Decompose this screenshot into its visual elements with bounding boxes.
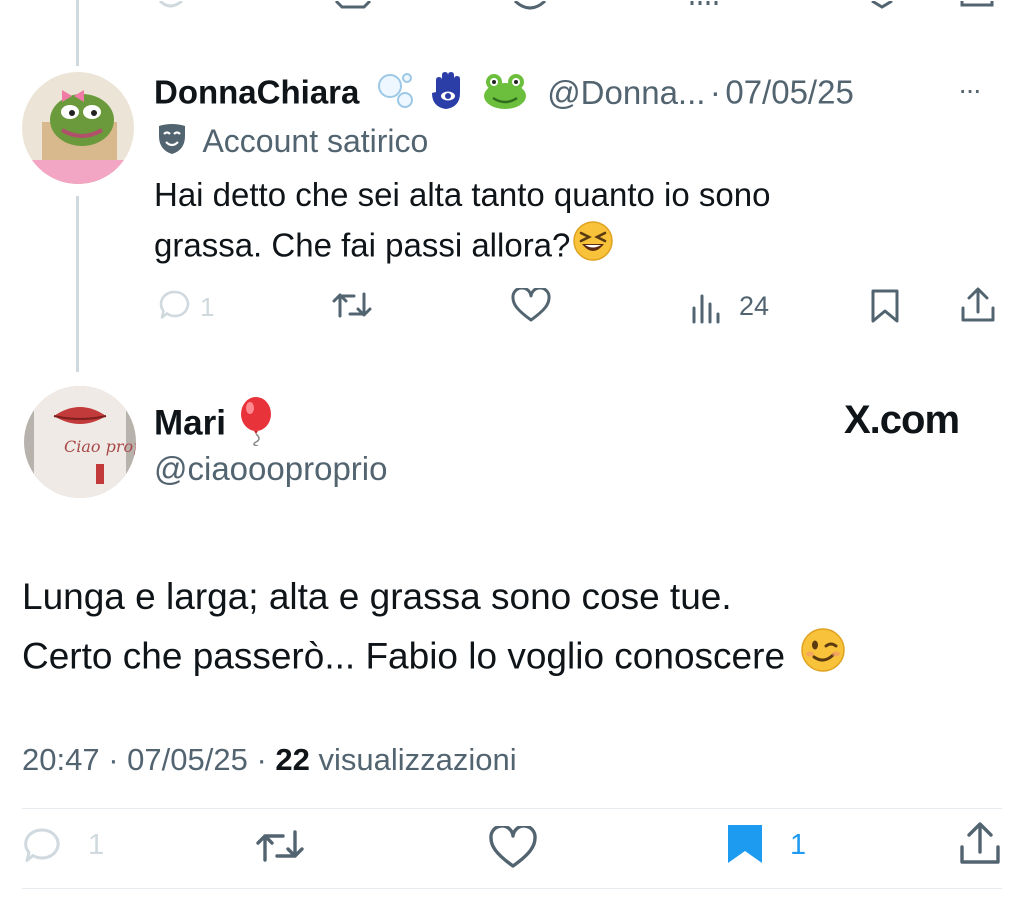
more-icon[interactable]: ···	[958, 74, 982, 106]
parody-label: Account satirico	[156, 122, 428, 162]
main-meta-sep-1: ·	[108, 742, 119, 777]
reply-display-name[interactable]: DonnaChiara	[154, 74, 359, 111]
main-meta-sep-2: ·	[256, 742, 267, 777]
main-time[interactable]: 20:47	[22, 742, 100, 777]
cut-off-icons	[158, 0, 994, 10]
previous-tweet-actions	[0, 0, 1024, 12]
avatar-text: Ciao proprio	[64, 437, 136, 456]
reply-date-separator: ·	[709, 73, 721, 111]
thread-line-bottom	[76, 196, 79, 372]
hamsa-icon	[428, 70, 468, 115]
reply-handle[interactable]: @Donna...	[547, 74, 705, 111]
like-icon[interactable]	[511, 288, 551, 324]
parody-label-text: Account satirico	[202, 123, 429, 159]
reply-icon[interactable]	[158, 288, 192, 322]
main-views-label[interactable]: visualizzazioni	[319, 742, 517, 777]
reply-author-row: DonnaChiara @Donna... · 07/05/25	[154, 70, 854, 112]
like-icon[interactable]	[488, 826, 538, 870]
reply-date[interactable]: 07/05/25	[725, 74, 853, 111]
main-views-count[interactable]: 22	[275, 742, 309, 777]
reply-tweet-text: Hai detto che sei alta tanto quanto io s…	[154, 170, 770, 276]
wink-emoji-icon	[799, 626, 847, 691]
reply-text-line-1: Hai detto che sei alta tanto quanto io s…	[154, 176, 771, 213]
watermark: X.com	[844, 398, 960, 442]
main-bookmark-count: 1	[790, 829, 807, 861]
views-icon[interactable]	[690, 292, 726, 324]
retweet-icon[interactable]	[254, 826, 306, 866]
avatar-mari[interactable]: Ciao proprio	[24, 386, 136, 498]
main-reply-count: 1	[88, 829, 105, 861]
main-handle[interactable]: @ciaoooproprio	[154, 450, 387, 488]
main-tweet-text: Lunga e larga; alta e grassa sono cose t…	[22, 568, 847, 691]
avatar-donnachiara[interactable]	[22, 72, 134, 184]
main-text-line-2: Certo che passerò... Fabio lo voglio con…	[22, 635, 786, 677]
bookmark-icon[interactable]	[868, 288, 902, 324]
share-icon[interactable]	[958, 820, 1002, 866]
share-icon[interactable]	[960, 286, 996, 324]
reply-text-line-2-wrap: grassa. Che fai passi allora?	[154, 220, 770, 276]
parody-mask-icon	[156, 122, 188, 161]
laughing-emoji-icon	[572, 220, 614, 276]
main-display-name[interactable]: Mari	[154, 404, 226, 443]
bookmark-icon[interactable]	[724, 822, 766, 866]
main-author-name-row: Mari	[154, 396, 278, 447]
divider	[22, 808, 1002, 809]
reply-text-line-2: grassa. Che fai passi allora?	[154, 226, 571, 264]
main-date[interactable]: 07/05/25	[127, 742, 248, 777]
balloon-icon	[236, 396, 278, 451]
reply-reply-count: 1	[200, 292, 215, 322]
thread-line-top	[76, 0, 79, 66]
main-meta-row: 20:47 · 07/05/25 · 22 visualizzazioni	[22, 742, 517, 778]
frog-icon	[481, 70, 529, 115]
bubbles-icon	[374, 70, 416, 115]
main-text-line-1: Lunga e larga; alta e grassa sono cose t…	[22, 576, 732, 617]
reply-icon[interactable]	[22, 826, 64, 866]
retweet-icon[interactable]	[331, 288, 373, 322]
bottom-divider	[22, 888, 1002, 889]
main-text-line-2-wrap: Certo che passerò... Fabio lo voglio con…	[22, 626, 847, 691]
reply-views-count: 24	[739, 291, 770, 321]
